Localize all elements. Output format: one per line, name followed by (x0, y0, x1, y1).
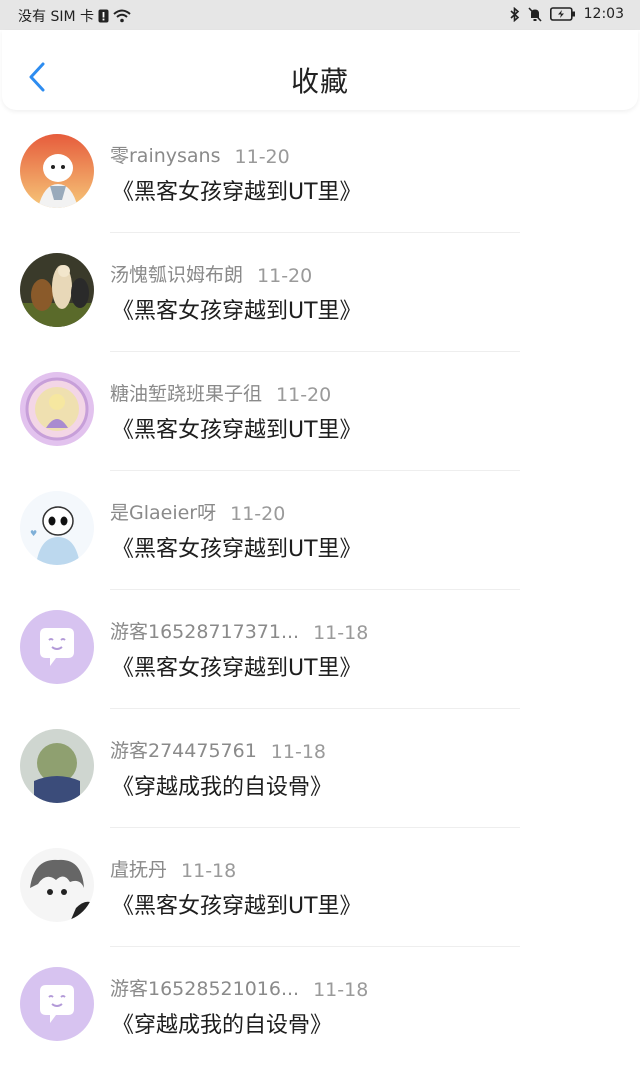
list-item[interactable]: 汤愧瓠识姆布朗 11-20 《黑客女孩穿越到UT里》 (0, 233, 640, 352)
work-title[interactable]: 《黑客女孩穿越到UT里》 (112, 888, 362, 920)
list-item[interactable]: 游客274475761 11-18 《穿越成我的自设骨》 (0, 709, 640, 828)
list-item[interactable]: ♥ 是Glaeier呀 11-20 《黑客女孩穿越到UT里》 (0, 471, 640, 590)
work-title[interactable]: 《黑客女孩穿越到UT里》 (112, 174, 362, 206)
user-name: 是Glaeier呀 (110, 502, 217, 524)
item-date: 11-20 (230, 503, 286, 525)
header-bar: 收藏 (2, 30, 638, 110)
page-title: 收藏 (290, 65, 349, 98)
list-item[interactable]: 游客16528717371... 11-18 《黑客女孩穿越到UT里》 (0, 590, 640, 709)
avatar[interactable] (20, 848, 94, 922)
user-name: 游客274475761 (110, 740, 257, 762)
work-title[interactable]: 《穿越成我的自设骨》 (112, 769, 332, 801)
work-title[interactable]: 《穿越成我的自设骨》 (112, 1007, 332, 1039)
svg-text:♥: ♥ (30, 529, 37, 538)
user-name: 零rainysans (110, 145, 221, 167)
item-date: 11-18 (313, 979, 369, 1001)
item-meta: 游客274475761 11-18 (110, 736, 326, 763)
battery-charging-icon (549, 6, 576, 22)
status-bar: 没有 SIM 卡 12:03 (0, 0, 640, 30)
user-name: 汤愧瓠识姆布朗 (110, 264, 244, 286)
list-item[interactable]: 零rainysans 11-20 《黑客女孩穿越到UT里》 (0, 114, 640, 233)
carrier-text: 没有 SIM 卡 (18, 9, 94, 25)
sim-alert-icon (98, 8, 109, 24)
avatar[interactable] (20, 372, 94, 446)
work-title[interactable]: 《黑客女孩穿越到UT里》 (112, 412, 362, 444)
item-meta: 糖油堑跷班果子徂 11-20 (110, 379, 331, 406)
item-meta: 零rainysans 11-20 (110, 141, 290, 168)
user-name: 虘抚丹 (110, 859, 168, 881)
avatar[interactable] (20, 729, 94, 803)
item-date: 11-18 (181, 860, 237, 882)
wifi-icon (113, 8, 131, 24)
item-meta: 虘抚丹 11-18 (110, 855, 236, 882)
avatar[interactable]: ♥ (20, 491, 94, 565)
user-name: 游客16528717371... (110, 621, 300, 643)
item-meta: 是Glaeier呀 11-20 (110, 498, 285, 525)
list-item[interactable]: 糖油堑跷班果子徂 11-20 《黑客女孩穿越到UT里》 (0, 352, 640, 471)
work-title[interactable]: 《黑客女孩穿越到UT里》 (112, 293, 362, 325)
item-date: 11-18 (313, 622, 369, 644)
avatar[interactable] (20, 967, 94, 1041)
favorites-list: 零rainysans 11-20 《黑客女孩穿越到UT里》 汤愧瓠识姆布朗 11-2… (0, 114, 640, 1066)
item-meta: 游客16528717371... 11-18 (110, 617, 368, 644)
list-item[interactable]: 游客16528521016... 11-18 《穿越成我的自设骨》 (0, 947, 640, 1066)
item-date: 11-20 (276, 384, 332, 406)
item-meta: 游客16528521016... 11-18 (110, 974, 368, 1001)
item-date: 11-20 (234, 146, 290, 168)
work-title[interactable]: 《黑客女孩穿越到UT里》 (112, 650, 362, 682)
clock-text: 12:03 (583, 6, 624, 22)
mute-bell-icon (528, 6, 542, 22)
list-item[interactable]: 虘抚丹 11-18 《黑客女孩穿越到UT里》 (0, 828, 640, 947)
avatar[interactable] (20, 253, 94, 327)
bluetooth-icon (510, 6, 520, 22)
user-name: 游客16528521016... (110, 978, 300, 1000)
work-title[interactable]: 《黑客女孩穿越到UT里》 (112, 531, 362, 563)
item-meta: 汤愧瓠识姆布朗 11-20 (110, 260, 312, 287)
item-date: 11-18 (270, 741, 327, 763)
avatar[interactable] (20, 610, 94, 684)
user-name: 糖油堑跷班果子徂 (110, 383, 263, 405)
avatar[interactable] (20, 134, 94, 208)
item-date: 11-20 (257, 265, 313, 287)
